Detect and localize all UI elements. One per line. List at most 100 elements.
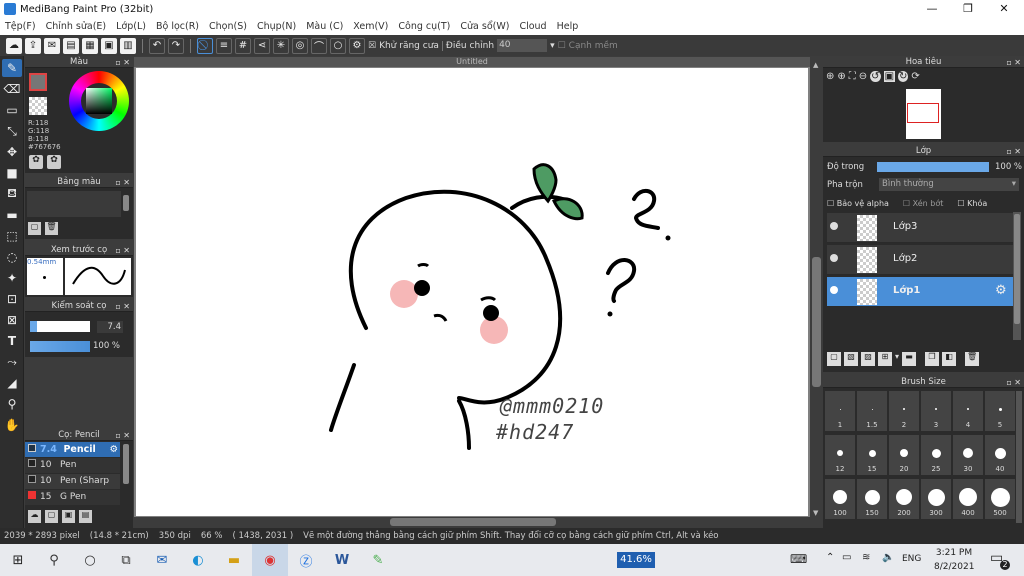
brush-size-cell[interactable]: 100	[825, 479, 855, 519]
antialias-checkbox[interactable]: ☒	[368, 41, 376, 51]
vertical-scroll-thumb[interactable]	[812, 257, 821, 387]
brush-item-gpen[interactable]: 15 G Pen	[25, 490, 120, 505]
layer-row[interactable]: Lớp3	[827, 213, 1013, 243]
close-icon[interactable]: ▫ ✕	[115, 301, 130, 312]
size-value[interactable]: 7.4	[97, 321, 123, 333]
chat-icon[interactable]: ▤	[63, 37, 79, 54]
delete-palette-icon[interactable]: 🗑	[45, 222, 58, 235]
menu-filter[interactable]: Bộ lọc(R)	[151, 21, 204, 32]
brush-size-cell[interactable]: 150	[857, 479, 887, 519]
dot-tool-icon[interactable]: ⤡	[2, 122, 22, 140]
menu-view[interactable]: Xem(V)	[348, 21, 393, 32]
save-icon[interactable]: ▣	[101, 37, 117, 54]
palette-swatches[interactable]	[27, 191, 121, 217]
clipping-checkbox[interactable]: ☐ Xén bớt	[903, 199, 943, 208]
delete-layer-icon[interactable]: 🗑	[965, 352, 980, 366]
opacity-slider[interactable]	[30, 341, 90, 352]
document-icon[interactable]: ▦	[82, 37, 98, 54]
perspective-snap-icon[interactable]: ⋖	[254, 37, 270, 54]
medibang-icon[interactable]: ✎	[360, 544, 396, 576]
menu-tools[interactable]: Công cụ(T)	[393, 21, 455, 32]
settings-icon[interactable]: ⚙	[349, 37, 365, 54]
menu-help[interactable]: Help	[552, 21, 584, 32]
brush-size-cell[interactable]: 12	[825, 435, 855, 475]
reset-icon[interactable]: ⟳	[911, 71, 919, 82]
file-explorer-icon[interactable]: ▬	[216, 544, 252, 576]
parallel-snap-icon[interactable]: ≡	[216, 37, 232, 54]
concentric-snap-icon[interactable]: ◎	[292, 37, 308, 54]
navigator-thumbnail[interactable]	[906, 89, 941, 139]
windows-start-icon[interactable]: ⊞	[0, 544, 36, 576]
layer-row[interactable]: Lớp2	[827, 245, 1013, 275]
zalo-icon[interactable]: Ⓩ	[288, 544, 324, 576]
duplicate-layer-icon[interactable]: ❐	[925, 352, 940, 366]
brush-size-cell[interactable]: 15	[857, 435, 887, 475]
brush-size-cell[interactable]: 500	[985, 479, 1015, 519]
zoom-in-alt-icon[interactable]: ⊕	[837, 71, 845, 82]
close-icon[interactable]: ▫ ✕	[1006, 57, 1021, 68]
menu-edit[interactable]: Chỉnh sửa(E)	[41, 21, 112, 32]
palette-icon[interactable]: ✿	[29, 155, 43, 169]
protect-alpha-checkbox[interactable]: ☐ Bảo vệ alpha	[827, 199, 889, 208]
restore-button[interactable]: ❐	[950, 0, 986, 18]
close-icon[interactable]: ▫ ✕	[115, 245, 130, 256]
snap-off-icon[interactable]: ⃠	[197, 37, 213, 54]
lock-checkbox[interactable]: ☐ Khóa	[957, 199, 987, 208]
grid-snap-icon[interactable]: #	[235, 37, 251, 54]
task-view-icon[interactable]: ⧉	[108, 544, 144, 576]
brush-size-cell[interactable]: 300	[921, 479, 951, 519]
volume-icon[interactable]: 🔈	[882, 552, 894, 563]
zoom-out-icon[interactable]: ⊖	[859, 71, 867, 82]
magic-wand-tool-icon[interactable]: ✦	[2, 269, 22, 287]
close-icon[interactable]: ▫ ✕	[1006, 377, 1021, 388]
fit-icon[interactable]: ⛶	[849, 71, 856, 82]
keyboard-icon[interactable]: ⌨	[790, 552, 807, 566]
close-icon[interactable]: ▫ ✕	[1006, 146, 1021, 157]
navigator-viewport[interactable]	[907, 103, 939, 123]
eraser-tool-icon[interactable]: ⌫	[2, 80, 22, 98]
language-indicator[interactable]: ENG	[902, 554, 921, 564]
comment-icon[interactable]: ✉	[44, 37, 60, 54]
clock-time[interactable]: 3:21 PM	[934, 548, 974, 558]
brush-menu-icon[interactable]: ▤	[79, 510, 92, 523]
minimize-button[interactable]: —	[914, 0, 950, 18]
select-tool-icon[interactable]: ⬚	[2, 227, 22, 245]
rotate-right-icon[interactable]: ↻	[898, 71, 909, 82]
brush-size-cell[interactable]: 1.5	[857, 391, 887, 431]
rectangle-tool-icon[interactable]: ▭	[2, 101, 22, 119]
eyedropper-tool-icon[interactable]: ⚲	[2, 395, 22, 413]
select-eraser-tool-icon[interactable]: ⊠	[2, 311, 22, 329]
clock-date[interactable]: 8/2/2021	[934, 562, 974, 572]
brush-size-cell[interactable]: 1	[825, 391, 855, 431]
brush-size-cell[interactable]: 3	[921, 391, 951, 431]
brush-size-scrollbar[interactable]	[1016, 391, 1022, 523]
share-icon[interactable]: ⇪	[25, 37, 41, 54]
horizontal-scroll-thumb[interactable]	[390, 518, 556, 526]
word-icon[interactable]: W	[324, 544, 360, 576]
visibility-icon[interactable]	[830, 222, 838, 230]
new-brush-icon[interactable]: ▢	[45, 510, 58, 523]
search-icon[interactable]: ⚲	[36, 544, 72, 576]
menu-color[interactable]: Màu (C)	[301, 21, 348, 32]
move-tool-icon[interactable]: ✥	[2, 143, 22, 161]
close-icon[interactable]: ▫ ✕	[115, 177, 130, 188]
lasso-tool-icon[interactable]: ◌	[2, 248, 22, 266]
divide-tool-icon[interactable]: ◢	[2, 374, 22, 392]
cloud-icon[interactable]: ☁	[6, 37, 22, 54]
brush-size-cell[interactable]: 25	[921, 435, 951, 475]
brush-item-pencil[interactable]: 7.4 Pencil ⚙	[25, 442, 120, 457]
layer-settings-icon[interactable]: ⚙	[995, 283, 1007, 298]
curve-snap-icon[interactable]: ⌒	[311, 37, 327, 54]
merge-layer-icon[interactable]: ◧	[942, 352, 957, 366]
brush-item-pen[interactable]: 10 Pen	[25, 458, 120, 473]
battery-icon[interactable]: ▭	[842, 552, 851, 563]
brush-size-cell[interactable]: 400	[953, 479, 983, 519]
bucket-tool-icon[interactable]: ⛾	[2, 185, 22, 203]
brush-size-cell[interactable]: 30	[953, 435, 983, 475]
select-pen-tool-icon[interactable]: ⊡	[2, 290, 22, 308]
grid-icon[interactable]: ▥	[120, 37, 136, 54]
palette-add-icon[interactable]: ✿	[47, 155, 61, 169]
brush-list-scrollbar[interactable]	[123, 444, 129, 484]
brush-cloud-icon[interactable]: ☁	[28, 510, 41, 523]
hand-tool-icon[interactable]: ✋	[2, 416, 22, 434]
